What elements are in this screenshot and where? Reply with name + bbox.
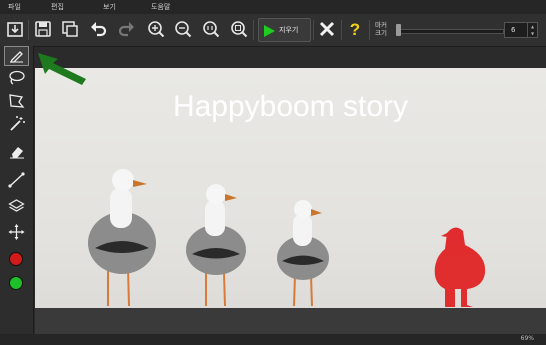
pencil-icon[interactable] <box>4 46 29 66</box>
separator <box>28 20 29 40</box>
marker-size-spinbox[interactable]: 6 ▲ ▼ <box>504 22 538 38</box>
marker-size-label-top: 마커 <box>375 21 387 29</box>
marker-size-value: 6 <box>511 26 516 34</box>
undo-icon[interactable] <box>87 18 109 40</box>
menu-edit[interactable]: 편집 <box>51 2 64 12</box>
zoom-in-icon[interactable] <box>145 18 167 40</box>
menu-view[interactable]: 보기 <box>103 2 116 12</box>
close-icon[interactable] <box>316 18 338 40</box>
spin-up-icon[interactable]: ▲ <box>528 23 537 30</box>
seagull-1 <box>88 169 156 307</box>
separator <box>253 20 254 40</box>
seagull-3 <box>277 200 329 307</box>
polygon-lasso-icon[interactable] <box>4 91 29 111</box>
eraser-icon[interactable] <box>4 142 29 162</box>
hint-arrow-icon <box>38 53 86 85</box>
spin-buttons[interactable]: ▲ ▼ <box>527 23 537 37</box>
menu-help[interactable]: 도움말 <box>151 2 170 12</box>
move-icon[interactable] <box>4 222 29 242</box>
line-icon[interactable] <box>4 170 29 190</box>
seagulls-image <box>88 169 486 307</box>
import-icon[interactable] <box>4 18 26 40</box>
marker-size-slider[interactable] <box>398 29 504 34</box>
seagull-4-masked-red <box>434 227 486 307</box>
separator <box>341 20 342 40</box>
help-icon[interactable]: ? <box>344 18 366 40</box>
lasso-icon[interactable] <box>4 68 29 88</box>
marker-size-slider-handle[interactable] <box>396 24 401 36</box>
seagull-2 <box>186 184 246 307</box>
marker-size-label-bottom: 크기 <box>375 29 387 37</box>
status-bar <box>0 334 546 345</box>
menu-bar: 파일 편집 보기 도움말 <box>0 0 546 14</box>
canvas-bottom-bar <box>35 308 546 334</box>
menu-file[interactable]: 파일 <box>8 2 21 12</box>
image-canvas[interactable]: Happyboom story <box>35 68 546 308</box>
keep-color-button[interactable] <box>9 252 23 266</box>
erase-button[interactable]: 지우기 <box>258 18 311 42</box>
remove-color-button[interactable] <box>9 276 23 290</box>
erase-button-label: 지우기 <box>279 26 299 34</box>
layers-icon[interactable] <box>4 196 29 216</box>
spin-down-icon[interactable]: ▼ <box>528 30 537 37</box>
play-icon <box>262 23 276 42</box>
duplicate-icon[interactable] <box>59 18 81 40</box>
save-icon[interactable] <box>32 18 54 40</box>
zoom-level: 69% <box>520 335 534 342</box>
separator <box>313 20 314 40</box>
tool-sidebar <box>0 46 34 345</box>
zoom-fit-icon[interactable] <box>228 18 250 40</box>
separator <box>369 20 370 40</box>
zoom-out-icon[interactable] <box>172 18 194 40</box>
redo-icon[interactable] <box>116 18 138 40</box>
magic-wand-icon[interactable] <box>4 114 29 134</box>
svg-text:?: ? <box>350 20 360 39</box>
zoom-actual-icon[interactable] <box>200 18 222 40</box>
